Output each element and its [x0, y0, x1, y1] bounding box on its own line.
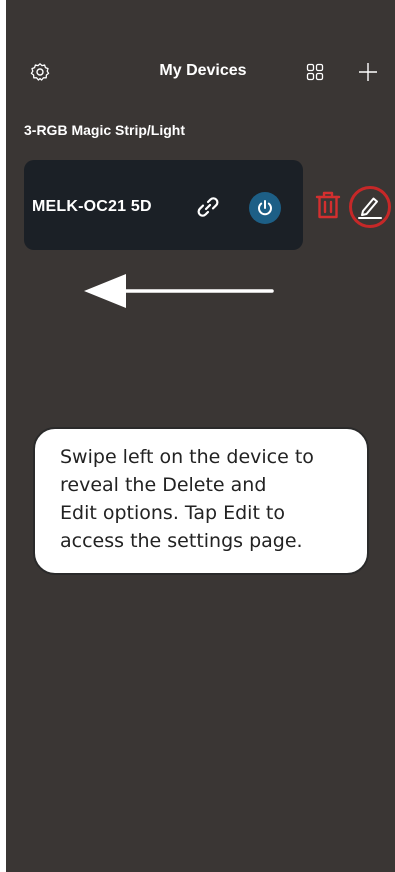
- device-card[interactable]: MELK-OC21 5D: [24, 160, 303, 250]
- plus-icon[interactable]: [356, 60, 380, 84]
- instruction-line: Swipe left on the device to: [60, 446, 314, 468]
- power-button[interactable]: [249, 192, 281, 224]
- header-bar: My Devices: [6, 52, 395, 92]
- grid-view-icon[interactable]: [303, 60, 327, 84]
- tutorial-instruction-text: Swipe left on the device to reveal the D…: [60, 443, 360, 555]
- device-group-label: 3-RGB Magic Strip/Light: [24, 122, 185, 138]
- tutorial-callout: Swipe left on the device to reveal the D…: [33, 427, 369, 575]
- edit-button[interactable]: [349, 186, 391, 228]
- gear-icon[interactable]: [28, 60, 52, 84]
- trash-icon: [315, 191, 341, 219]
- app-screen: My Devices 3-RGB Magic Strip/Light MELK-…: [6, 0, 395, 872]
- instruction-line: access the settings page.: [60, 530, 303, 552]
- edit-pencil-icon: [358, 197, 382, 219]
- device-name: MELK-OC21 5D: [32, 198, 152, 215]
- instruction-line: Edit options. Tap Edit to: [60, 502, 286, 524]
- page-title: My Devices: [159, 62, 247, 79]
- power-icon: [258, 200, 272, 216]
- swipe-left-arrow-icon: [80, 272, 275, 312]
- link-icon[interactable]: [194, 193, 222, 221]
- delete-button[interactable]: [314, 190, 342, 220]
- instruction-line: reveal the Delete and: [60, 474, 267, 496]
